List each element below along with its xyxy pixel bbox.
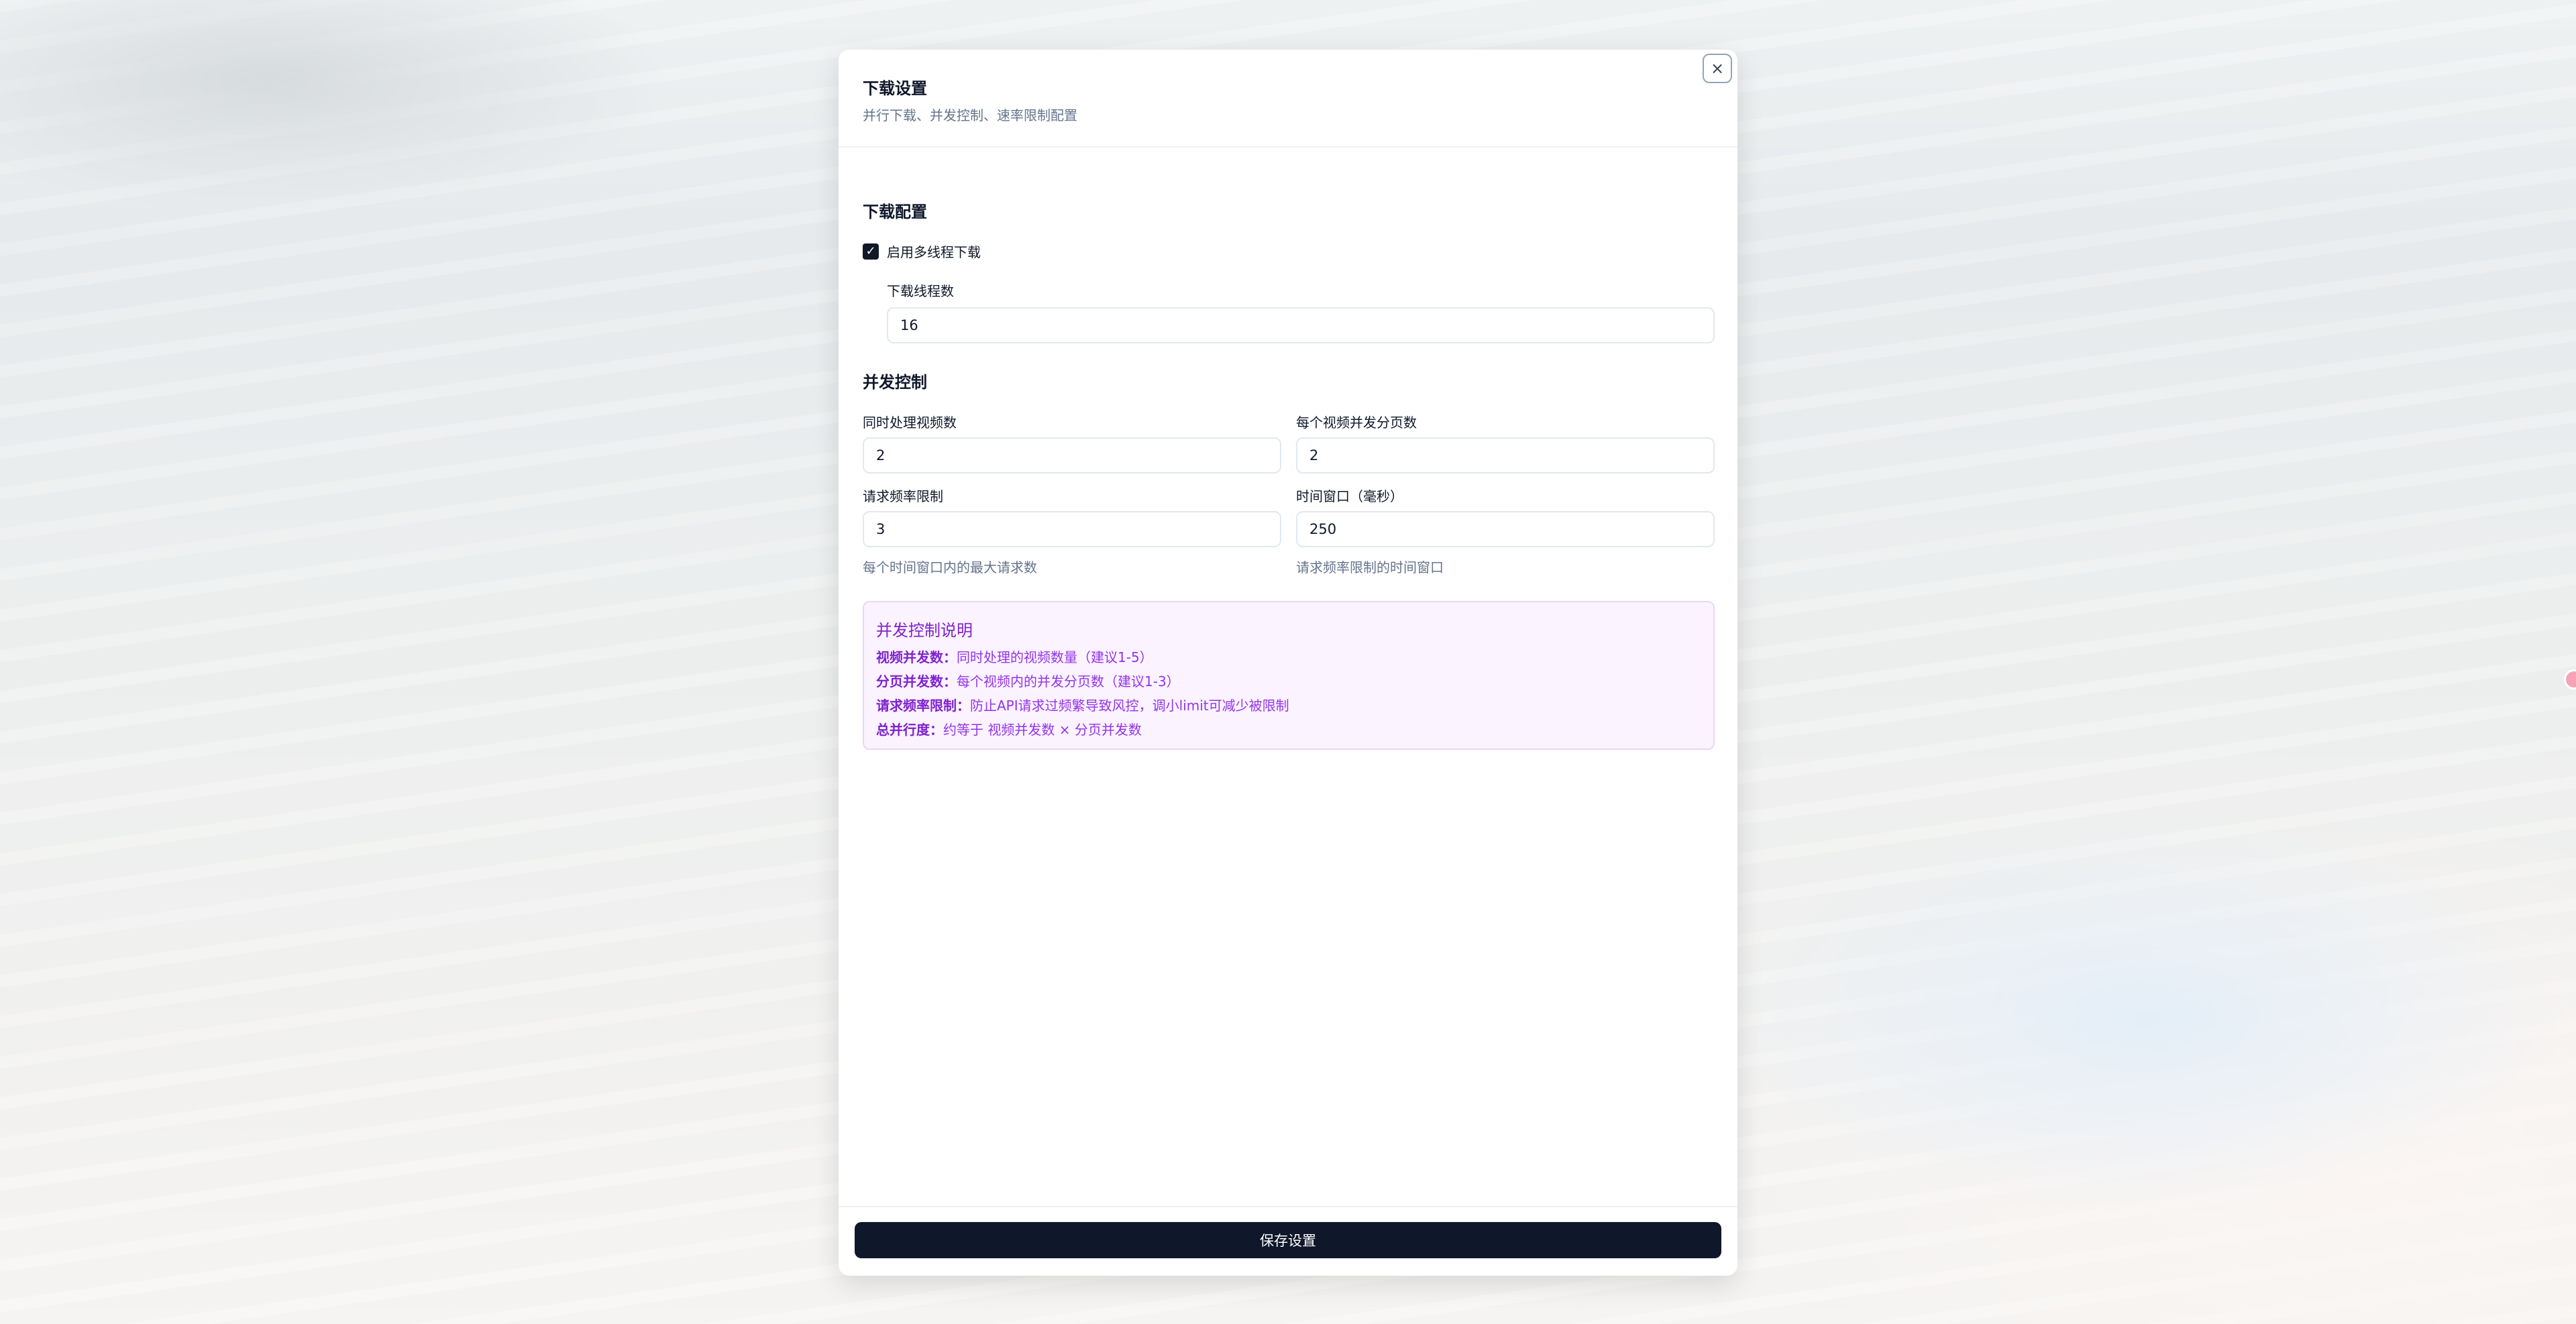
close-button[interactable]: × xyxy=(1703,54,1732,83)
check-icon: ✓ xyxy=(865,243,876,258)
close-icon: × xyxy=(1710,59,1725,78)
multithread-checkbox[interactable]: ✓ xyxy=(863,243,879,260)
time-window-hint: 请求频率限制的时间窗口 xyxy=(1296,559,1444,575)
videos-at-once-input[interactable] xyxy=(863,437,1281,474)
info-line-video-concurrency: 视频并发数：同时处理的视频数量（建议1-5） xyxy=(876,649,1153,665)
multithread-checkbox-label: 启用多线程下载 xyxy=(887,244,981,260)
dialog-title: 下载设置 xyxy=(863,79,927,98)
rate-limit-hint: 每个时间窗口内的最大请求数 xyxy=(863,559,1037,575)
save-settings-button[interactable]: 保存设置 xyxy=(855,1222,1721,1258)
info-box-title: 并发控制说明 xyxy=(876,621,973,640)
videos-at-once-label: 同时处理视频数 xyxy=(863,415,957,431)
thread-count-input[interactable] xyxy=(887,307,1715,343)
time-window-label: 时间窗口（毫秒） xyxy=(1296,488,1403,504)
thread-count-label: 下载线程数 xyxy=(887,283,954,299)
pages-per-video-label: 每个视频并发分页数 xyxy=(1296,415,1417,431)
dialog-footer: 保存设置 xyxy=(839,1206,1737,1276)
dialog-header: 下载设置 并行下载、并发控制、速率限制配置 × xyxy=(839,50,1737,148)
rate-limit-label: 请求频率限制 xyxy=(863,488,943,504)
dialog-subtitle: 并行下载、并发控制、速率限制配置 xyxy=(863,107,1077,123)
info-line-rate-limit: 请求频率限制：防止API请求过频繁导致风控，调小limit可减少被限制 xyxy=(876,698,1289,714)
section-title-concurrency: 并发控制 xyxy=(863,373,927,392)
download-settings-dialog: 下载设置 并行下载、并发控制、速率限制配置 × 下载配置 ✓ 启用多线程下载 下… xyxy=(839,50,1737,1276)
section-title-download-config: 下载配置 xyxy=(863,203,927,221)
time-window-input[interactable] xyxy=(1296,511,1715,547)
multithread-checkbox-row[interactable]: ✓ 启用多线程下载 xyxy=(863,241,981,261)
concurrency-info-box: 并发控制说明 视频并发数：同时处理的视频数量（建议1-5） 分页并发数：每个视频… xyxy=(863,601,1715,750)
rate-limit-input[interactable] xyxy=(863,511,1281,547)
pages-per-video-input[interactable] xyxy=(1296,437,1715,474)
info-line-total-parallelism: 总并行度：约等于 视频并发数 × 分页并发数 xyxy=(876,722,1142,738)
info-line-page-concurrency: 分页并发数：每个视频内的并发分页数（建议1-3） xyxy=(876,673,1180,689)
